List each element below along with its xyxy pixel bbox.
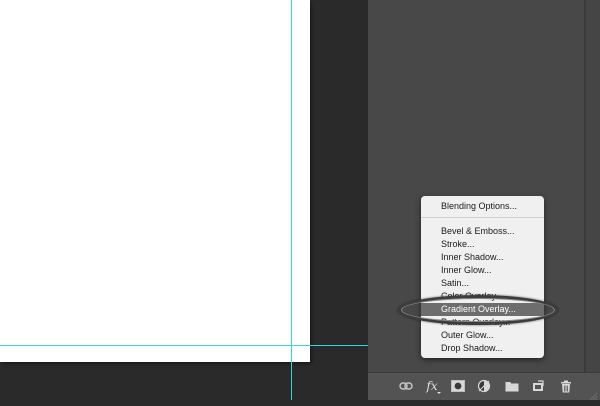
layers-bottom-bar: fx [368, 372, 600, 400]
dropdown-arrow-icon [437, 392, 441, 394]
fx-icon: fx [426, 379, 437, 393]
horizontal-guide[interactable] [0, 345, 368, 346]
menu-item-drop-shadow[interactable]: Drop Shadow... [421, 342, 544, 355]
new-layer-button[interactable] [528, 377, 548, 395]
menu-item-bevel-emboss[interactable]: Bevel & Emboss... [421, 225, 544, 238]
add-layer-mask-button[interactable] [448, 377, 468, 395]
menu-item-satin[interactable]: Satin... [421, 277, 544, 290]
mask-icon [451, 380, 465, 392]
menu-item-inner-shadow[interactable]: Inner Shadow... [421, 251, 544, 264]
menu-item-color-overlay[interactable]: Color Overlay... [421, 290, 544, 303]
panel-scrollbar[interactable] [585, 0, 600, 372]
half-circle-icon [477, 379, 491, 393]
menu-item-gradient-overlay[interactable]: Gradient Overlay... [421, 303, 544, 316]
resize-grip-icon[interactable] [588, 388, 598, 398]
link-layers-button[interactable] [396, 377, 416, 395]
new-group-button[interactable] [502, 377, 522, 395]
menu-item-blending-options[interactable]: Blending Options... [421, 200, 544, 213]
vertical-guide[interactable] [291, 0, 292, 400]
canvas-area[interactable] [0, 0, 368, 400]
menu-separator [421, 217, 544, 218]
menu-item-inner-glow[interactable]: Inner Glow... [421, 264, 544, 277]
document-page[interactable] [0, 0, 310, 362]
trash-icon [560, 380, 572, 393]
menu-item-stroke[interactable]: Stroke... [421, 238, 544, 251]
new-fill-adjustment-layer-button[interactable] [474, 377, 494, 395]
new-layer-icon [532, 380, 544, 392]
menu-item-pattern-overlay[interactable]: Pattern Overlay... [421, 316, 544, 329]
folder-icon [505, 380, 519, 392]
add-layer-style-button[interactable]: fx [422, 377, 442, 395]
delete-layer-button[interactable] [556, 377, 576, 395]
layer-style-menu: Blending Options... Bevel & Emboss... St… [421, 196, 544, 358]
menu-item-outer-glow[interactable]: Outer Glow... [421, 329, 544, 342]
link-icon [399, 381, 413, 391]
